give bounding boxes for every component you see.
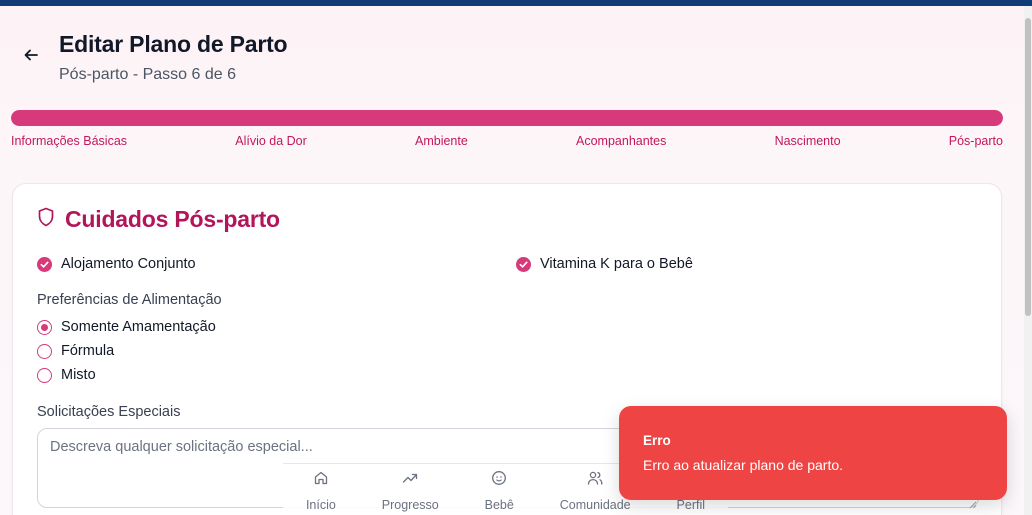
section-title: Cuidados Pós-parto: [65, 206, 280, 232]
step-postpartum[interactable]: Pós-parto: [949, 134, 1003, 148]
nav-label: Perfil: [676, 498, 706, 512]
page-subtitle: Pós-parto - Passo 6 de 6: [59, 66, 236, 83]
page-title: Editar Plano de Parto: [59, 31, 288, 57]
nav-home[interactable]: Início: [306, 464, 336, 515]
step-basic-info[interactable]: Informações Básicas: [11, 134, 127, 148]
nav-label: Início: [305, 498, 336, 512]
users-icon: [587, 470, 603, 491]
page-scrollbar[interactable]: [1024, 6, 1032, 515]
nav-label: Bebê: [484, 498, 514, 512]
checkbox-label: Alojamento Conjunto: [61, 256, 196, 272]
nav-label: Progresso: [381, 498, 439, 512]
check-icon[interactable]: [37, 256, 52, 272]
checkbox-label: Vitamina K para o Bebê: [540, 256, 693, 272]
card-header: Cuidados Pós-parto: [37, 206, 280, 233]
radio-button[interactable]: [37, 367, 52, 383]
nav-label: Comunidade: [559, 498, 631, 512]
trending-up-icon: [402, 470, 418, 491]
radio-label: Fórmula: [61, 343, 115, 359]
home-icon: [313, 470, 329, 491]
baby-icon: [491, 470, 507, 491]
step-labels: Informações Básicas Alívio da Dor Ambien…: [11, 134, 1003, 148]
progress-fill: [11, 110, 1003, 126]
check-icon[interactable]: [516, 256, 531, 272]
radio-button[interactable]: [37, 343, 52, 359]
radio-selected-dot: [41, 323, 48, 331]
toast-message: Erro ao atualizar plano de parto.: [643, 457, 844, 473]
step-companions[interactable]: Acompanhantes: [576, 134, 666, 148]
arrow-left-icon: [23, 47, 39, 68]
checkbox-vitamin-k[interactable]: Vitamina K para o Bebê: [516, 256, 693, 272]
progress-bar: [11, 110, 1003, 126]
step-environment[interactable]: Ambiente: [415, 134, 468, 148]
radio-button[interactable]: [37, 319, 52, 335]
nav-baby[interactable]: Bebê: [485, 464, 514, 515]
radio-breastfeeding[interactable]: Somente Amamentação: [37, 319, 216, 335]
radio-formula[interactable]: Fórmula: [37, 343, 114, 359]
checkbox-rooming-in[interactable]: Alojamento Conjunto: [37, 256, 196, 272]
radio-mixed[interactable]: Misto: [37, 367, 96, 383]
scrollbar-thumb[interactable]: [1025, 18, 1031, 316]
shield-icon: [37, 207, 55, 232]
nav-progress[interactable]: Progresso: [382, 464, 439, 515]
step-birth[interactable]: Nascimento: [775, 134, 841, 148]
error-toast[interactable]: Erro Erro ao atualizar plano de parto.: [619, 406, 1007, 500]
special-requests-label: Solicitações Especiais: [37, 404, 181, 420]
toast-title: Erro: [643, 433, 671, 448]
radio-label: Somente Amamentação: [61, 319, 216, 335]
back-button[interactable]: [20, 46, 42, 68]
feeding-label: Preferências de Alimentação: [37, 292, 222, 308]
step-pain-relief[interactable]: Alívio da Dor: [235, 134, 307, 148]
radio-label: Misto: [61, 367, 96, 383]
top-accent-bar: [0, 0, 1032, 6]
